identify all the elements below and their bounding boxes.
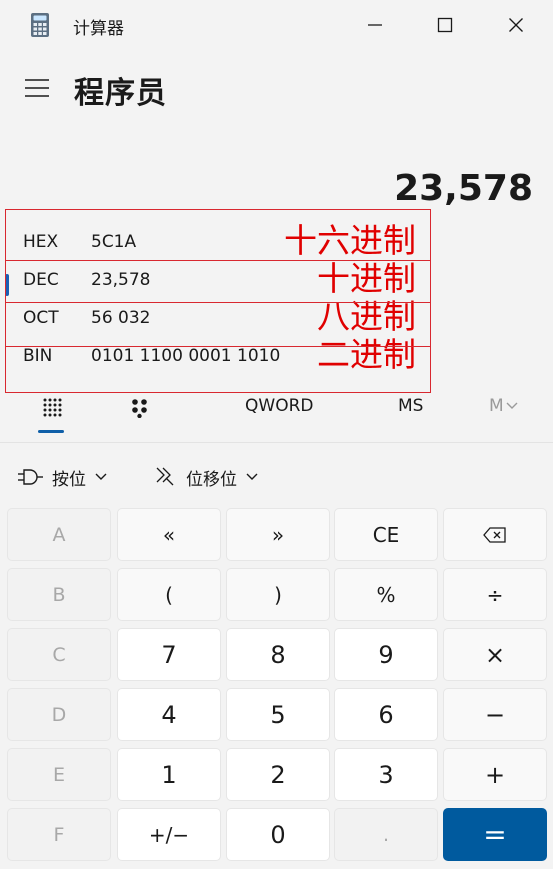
bitshift-label: 位移位: [186, 469, 237, 490]
key-subtract[interactable]: −: [443, 688, 547, 741]
calculator-app-icon: [30, 12, 50, 38]
key-a[interactable]: A: [7, 508, 111, 561]
radix-label: DEC: [23, 270, 59, 290]
key-rotate-left[interactable]: «: [117, 508, 221, 561]
key-open-paren[interactable]: (: [117, 568, 221, 621]
key-equals[interactable]: =: [443, 808, 547, 861]
navigation-menu-button[interactable]: [23, 74, 51, 102]
key-divide[interactable]: ÷: [443, 568, 547, 621]
memory-store-button[interactable]: MS: [398, 396, 423, 416]
minimize-button[interactable]: [355, 8, 395, 42]
key-decimal[interactable]: .: [334, 808, 438, 861]
key-2[interactable]: 2: [226, 748, 330, 801]
chevron-down-icon: [246, 473, 258, 480]
key-close-paren[interactable]: ): [226, 568, 330, 621]
key-b[interactable]: B: [7, 568, 111, 621]
backspace-icon: [483, 526, 506, 543]
maximize-icon: [437, 17, 453, 33]
key-6[interactable]: 6: [334, 688, 438, 741]
word-size-button[interactable]: QWORD: [245, 396, 313, 416]
radix-value: 56 032: [91, 308, 151, 328]
close-icon: [509, 18, 523, 32]
key-backspace[interactable]: [443, 508, 547, 561]
key-rotate-right[interactable]: »: [226, 508, 330, 561]
key-d[interactable]: D: [7, 688, 111, 741]
bitwise-dropdown[interactable]: 按位: [18, 462, 108, 492]
key-add[interactable]: +: [443, 748, 547, 801]
logic-gate-icon: [18, 469, 43, 485]
result-display: 23,578: [394, 168, 533, 209]
key-modulo[interactable]: %: [334, 568, 438, 621]
bitwise-label: 按位: [52, 469, 86, 490]
key-9[interactable]: 9: [334, 628, 438, 681]
key-multiply[interactable]: ×: [443, 628, 547, 681]
key-c[interactable]: C: [7, 628, 111, 681]
divider: [0, 442, 553, 443]
keypad-grid-icon: [43, 398, 62, 417]
key-f[interactable]: F: [7, 808, 111, 861]
maximize-button[interactable]: [425, 8, 465, 42]
radix-label: HEX: [23, 232, 59, 252]
bit-shift-icon: [156, 467, 174, 486]
key-5[interactable]: 5: [226, 688, 330, 741]
key-7[interactable]: 7: [117, 628, 221, 681]
full-keypad-button[interactable]: [42, 397, 62, 422]
active-tab-indicator: [38, 430, 64, 433]
active-radix-indicator: [5, 274, 9, 296]
bit-toggle-keypad-button[interactable]: [131, 398, 151, 423]
radix-value: 5C1A: [91, 232, 137, 252]
radix-label: BIN: [23, 346, 53, 366]
radix-value: 0101 1100 0001 1010: [91, 346, 281, 366]
key-0[interactable]: 0: [226, 808, 330, 861]
hamburger-icon: [25, 79, 49, 97]
minimize-icon: [368, 24, 382, 26]
key-e[interactable]: E: [7, 748, 111, 801]
radix-label: OCT: [23, 308, 59, 328]
radix-row-bin[interactable]: BIN 0101 1100 0001 1010 二进制: [5, 335, 432, 374]
close-button[interactable]: [496, 8, 536, 42]
window-title: 计算器: [73, 19, 124, 39]
key-8[interactable]: 8: [226, 628, 330, 681]
key-4[interactable]: 4: [117, 688, 221, 741]
mode-title: 程序员: [74, 76, 167, 111]
key-3[interactable]: 3: [334, 748, 438, 801]
bit-toggle-icon: [132, 399, 147, 419]
radix-value: 23,578: [91, 270, 151, 290]
chevron-down-icon: [506, 402, 518, 409]
memory-dropdown-button[interactable]: M: [489, 396, 518, 416]
key-clear-entry[interactable]: CE: [334, 508, 438, 561]
bitshift-dropdown[interactable]: 位移位: [154, 462, 259, 492]
key-negate[interactable]: +/−: [117, 808, 221, 861]
memory-dropdown-label: M: [489, 396, 504, 416]
radix-annotation: 二进制: [317, 335, 416, 374]
key-1[interactable]: 1: [117, 748, 221, 801]
chevron-down-icon: [95, 473, 107, 480]
